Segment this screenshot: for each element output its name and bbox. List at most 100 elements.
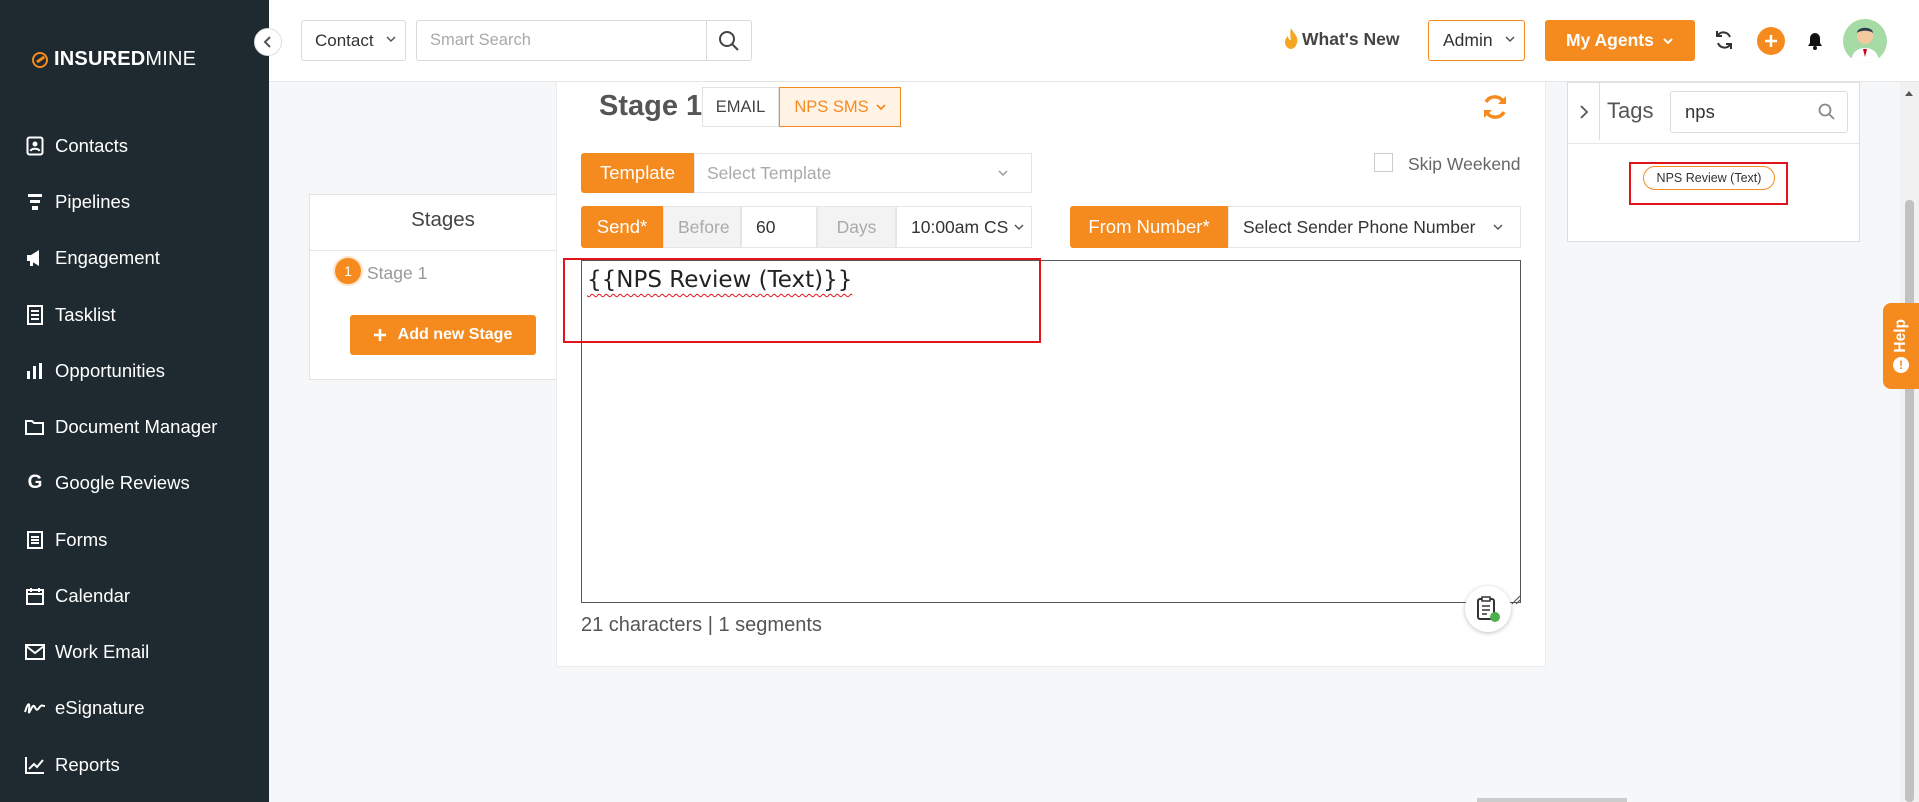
annotation-highlight-box [1629,162,1788,205]
add-button[interactable] [1757,27,1785,55]
list-doc-icon [24,305,46,325]
sidebar-item-label: eSignature [55,697,145,718]
chevron-down-icon [1014,224,1024,231]
my-agents-button[interactable]: My Agents [1545,20,1695,61]
divider [1568,143,1859,144]
search-button[interactable] [706,20,752,61]
divider [310,250,557,251]
user-avatar[interactable] [1843,19,1887,63]
sidebar-item-label: Pipelines [55,191,131,212]
bottom-scroll-indicator [1477,798,1627,802]
search-icon[interactable] [1818,103,1836,126]
info-icon: ! [1893,356,1909,373]
sidebar-item-engagement[interactable]: Engagement [24,243,160,273]
bell-icon [1808,33,1822,50]
brand-logo[interactable]: INSURED MINE [32,48,196,71]
plus-icon [373,329,386,341]
sidebar-item-label: Tasklist [55,304,116,325]
sidebar-collapse-button[interactable] [254,28,282,56]
avatar-icon [1851,27,1879,63]
stage-number-badge[interactable]: 1 [335,258,361,284]
plus-icon [1765,35,1777,47]
sidebar-item-label: Contacts [55,135,129,156]
sidebar-item-opportunities[interactable]: Opportunities [24,356,165,386]
fire-icon [1285,28,1298,49]
tab-nps-sms-label: NPS SMS [794,97,869,116]
clipboard-icon [1477,596,1500,622]
insert-tag-button[interactable] [1465,586,1511,632]
refresh-button[interactable] [1481,93,1509,126]
whats-new-link[interactable]: What's New [1280,27,1400,51]
sidebar-item-reports[interactable]: Reports [24,750,120,780]
skip-weekend-checkbox[interactable] [1374,153,1393,172]
sidebar-item-pipelines[interactable]: Pipelines [24,187,130,217]
chevron-right-icon [1579,104,1588,119]
add-stage-label: Add new Stage [397,326,513,343]
help-label: Help [1892,319,1909,353]
refresh-icon [1484,95,1506,119]
sidebar-item-contacts[interactable]: Contacts [24,131,128,161]
search-icon [719,30,739,51]
character-count: 21 characters | 1 segments [581,614,822,636]
chevron-down-icon [386,36,396,43]
sidebar-item-label: Reports [55,754,120,775]
logo-mark-icon [32,51,48,68]
send-time-select[interactable]: 10:00am CS [896,206,1032,248]
sidebar-item-label: Calendar [55,585,131,606]
sidebar-item-esignature[interactable]: eSignature [24,693,144,723]
sidebar-item-calendar[interactable]: Calendar [24,581,130,611]
before-select[interactable]: Before [663,206,741,248]
sidebar-item-label: Engagement [55,247,160,268]
sidebar-item-tasklist[interactable]: Tasklist [24,300,116,330]
tags-title: Tags [1607,98,1654,123]
chevron-down-icon [1663,37,1673,44]
sync-button[interactable] [1714,30,1734,50]
resize-grip-icon[interactable] [1511,592,1521,610]
help-tab[interactable]: Help ! [1883,303,1919,389]
contact-type-select[interactable]: Contact [301,20,406,61]
sidebar-item-forms[interactable]: Forms [24,525,107,555]
annotation-highlight-box [563,258,1041,343]
folder-icon [24,417,46,437]
stage-item-label[interactable]: Stage 1 [367,263,427,284]
sidebar-item-document-manager[interactable]: Document Manager [24,412,217,442]
contact-card-icon [24,136,46,156]
sidebar-item-google-reviews[interactable]: G Google Reviews [24,468,190,498]
form-icon [24,530,46,550]
chevron-down-icon [1493,224,1503,231]
sidebar-item-label: Google Reviews [55,472,190,493]
add-new-stage-button[interactable]: Add new Stage [350,315,536,355]
megaphone-icon [24,248,46,268]
stage-heading: Stage 1 [599,90,703,122]
tab-email[interactable]: EMAIL [702,87,779,127]
sidebar-item-label: Work Email [55,641,150,662]
template-select[interactable]: Select Template [694,153,1032,193]
days-input[interactable]: 60 [741,206,817,248]
brand-name-bold: INSURED [54,48,146,70]
send-label: Send* [581,206,663,248]
notifications-button[interactable] [1807,32,1823,50]
template-label-button[interactable]: Template [581,153,694,193]
scrollbar-thumb[interactable] [1905,200,1914,802]
sidebar-item-label: Document Manager [55,416,218,437]
sidebar-item-label: Forms [55,529,108,550]
sender-phone-select[interactable]: Select Sender Phone Number [1228,206,1521,248]
sidebar-item-work-email[interactable]: Work Email [24,637,149,667]
scroll-up-arrow-icon[interactable] [1904,84,1914,102]
signature-icon [24,698,46,718]
google-g-icon: G [27,472,43,493]
line-chart-icon [24,755,46,775]
sync-icon [1716,31,1732,49]
funnel-icon [24,192,46,212]
smart-search-input[interactable] [416,20,706,61]
tags-panel-toggle[interactable] [1568,83,1600,140]
bar-chart-icon [24,361,46,381]
admin-select[interactable]: Admin [1428,20,1525,61]
send-time-value: 10:00am CS [911,216,1009,237]
admin-select-value: Admin [1443,30,1493,50]
whats-new-label: What's New [1302,28,1400,49]
tab-nps-sms[interactable]: NPS SMS [779,87,901,127]
template-select-placeholder: Select Template [707,162,832,183]
chevron-left-icon [263,36,271,48]
chevron-down-icon [1505,36,1515,43]
